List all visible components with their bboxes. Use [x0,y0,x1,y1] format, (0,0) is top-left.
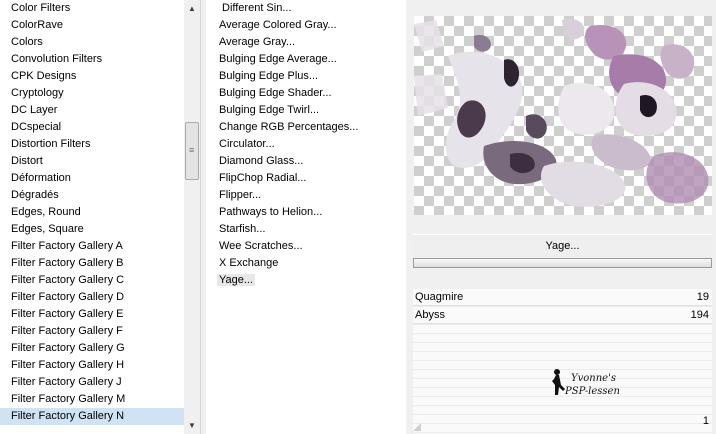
filter-item-label: Average Gray... [219,36,296,48]
filter-item[interactable]: Bulging Edge Shader... [206,85,406,102]
filter-item[interactable]: Change RGB Percentages... [206,119,406,136]
category-item[interactable]: Distortion Filters [0,136,184,153]
category-scrollbar[interactable]: ▲ ≡ ▼ [184,0,200,434]
filter-item-label: Bulging Edge Shader... [219,87,332,99]
param-slider[interactable] [413,305,712,306]
category-item[interactable]: CPK Designs [0,68,184,85]
param-value: 19 [696,291,709,303]
filter-item-label: X Exchange [219,257,279,269]
scroll-thumb[interactable]: ≡ [185,122,199,180]
filter-item-label: Flipper... [219,189,262,201]
resize-corner-icon [413,423,421,431]
category-item[interactable]: Filter Factory Gallery B [0,255,184,272]
category-item[interactable]: Convolution Filters [0,51,184,68]
filter-item[interactable]: Diamond Glass... [206,153,406,170]
filter-item[interactable]: Bulging Edge Twirl... [206,102,406,119]
filter-item-label: Pathways to Helion... [219,206,323,218]
preview-image [414,16,712,215]
filter-item-label: Change RGB Percentages... [219,121,359,133]
category-item[interactable]: Filter Factory Gallery E [0,306,184,323]
category-item[interactable]: Distort [0,153,184,170]
category-list[interactable]: Color Filters ColorRave Colors Convolution … [0,0,184,425]
param-slider[interactable] [413,323,712,324]
filter-item-label: FlipChop Radial... [219,172,307,184]
category-item[interactable]: DCspecial [0,119,184,136]
watermark-logo: Yvonne's PSP-lessen [552,369,620,397]
watermark-line2: PSP-lessen [564,386,620,397]
parameter-panel: Quagmire 19 Abyss 194 Yvonne's PSP-lesse… [413,289,712,434]
category-item[interactable]: Filter Factory Gallery F [0,323,184,340]
filter-item[interactable]: Average Colored Gray... [206,17,406,34]
category-item[interactable]: Filter Factory Gallery C [0,272,184,289]
category-item[interactable]: Filter Factory Gallery J [0,374,184,391]
figure-icon [552,369,565,395]
param-row-abyss[interactable]: Abyss 194 [413,307,712,324]
scroll-up-icon[interactable]: ▲ [184,0,200,17]
filter-item-label: Starfish... [219,223,266,235]
filter-item-label: Diamond Glass... [219,155,304,167]
filter-item[interactable]: Circulator... [206,136,406,153]
filter-item[interactable]: Different Sin... [206,0,406,17]
param-label: Quagmire [415,291,464,303]
param-value-bottom: 1 [702,415,709,427]
filter-item-label: Bulging Edge Twirl... [219,104,320,116]
category-item[interactable]: Filter Factory Gallery N [0,408,184,425]
category-item[interactable]: Dégradés [0,187,184,204]
filter-item-label: Bulging Edge Average... [219,53,337,65]
param-row-quagmire[interactable]: Quagmire 19 [413,289,712,306]
progress-bar [413,258,712,268]
filter-item[interactable]: Yage... [206,272,406,289]
category-item[interactable]: Filter Factory Gallery G [0,340,184,357]
filter-item[interactable]: Bulging Edge Plus... [206,68,406,85]
category-item[interactable]: Filter Factory Gallery M [0,391,184,408]
filter-item[interactable]: Wee Scratches... [206,238,406,255]
filter-item[interactable]: Starfish... [206,221,406,238]
category-item[interactable]: Cryptology [0,85,184,102]
filter-item[interactable]: Flipper... [206,187,406,204]
category-item[interactable]: Déformation [0,170,184,187]
filter-item-label: Yage... [217,274,256,286]
watermark-line1: Yvonne's [571,373,616,384]
filter-item[interactable]: Average Gray... [206,34,406,51]
scroll-down-icon[interactable]: ▼ [184,417,200,434]
category-item[interactable]: Edges, Square [0,221,184,238]
filter-item[interactable]: Bulging Edge Average... [206,51,406,68]
filter-list-panel: Different Sin... Average Colored Gray... A… [206,0,406,434]
filter-item[interactable]: FlipChop Radial... [206,170,406,187]
filter-item-label: Different Sin... [222,2,292,14]
filter-item[interactable]: Pathways to Helion... [206,204,406,221]
apply-filter-button[interactable]: Yage... [413,234,712,257]
filter-item-label: Average Colored Gray... [219,19,337,31]
filter-item-label: Bulging Edge Plus... [219,70,319,82]
filter-item[interactable]: X Exchange [206,255,406,272]
category-item[interactable]: Colors [0,34,184,51]
category-item[interactable]: Filter Factory Gallery A [0,238,184,255]
preview-artwork [414,18,709,207]
param-label: Abyss [415,309,445,321]
filter-item-label: Circulator... [219,138,275,150]
filter-list[interactable]: Different Sin... Average Colored Gray... A… [206,0,406,289]
grip-icon: ≡ [189,145,195,155]
param-value: 194 [690,309,709,321]
category-item[interactable]: Filter Factory Gallery H [0,357,184,374]
category-list-panel: Color Filters ColorRave Colors Convolution … [0,0,201,434]
category-item[interactable]: DC Layer [0,102,184,119]
category-item[interactable]: Color Filters [0,0,184,17]
category-item[interactable]: ColorRave [0,17,184,34]
filter-item-label: Wee Scratches... [219,240,303,252]
category-item[interactable]: Filter Factory Gallery D [0,289,184,306]
category-item[interactable]: Edges, Round [0,204,184,221]
